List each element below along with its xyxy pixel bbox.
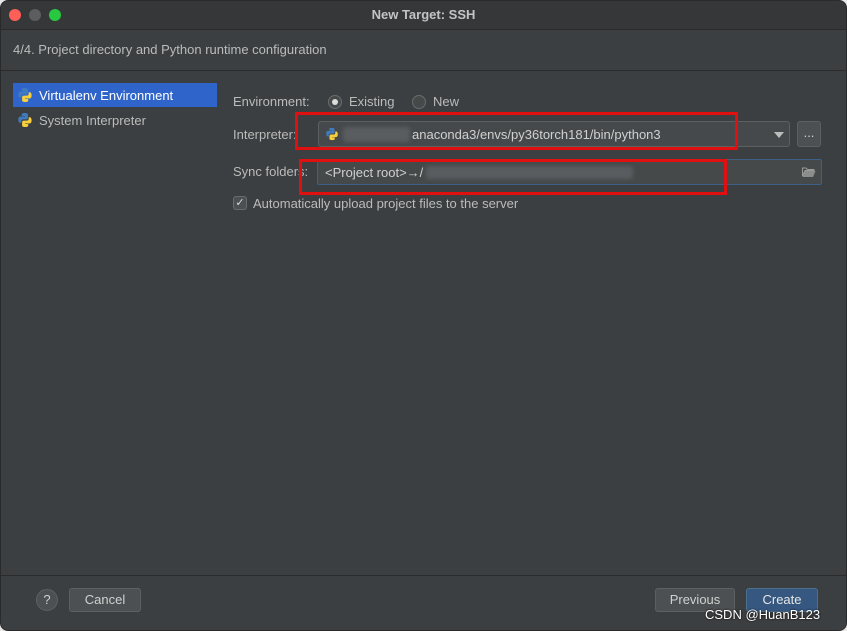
sync-folders-text: <Project root>→/: [325, 165, 424, 180]
window-title: New Target: SSH: [371, 7, 476, 22]
new-radio[interactable]: [412, 95, 426, 109]
footer-divider: [1, 575, 846, 576]
environment-label: Environment:: [233, 94, 310, 109]
existing-radio[interactable]: [328, 95, 342, 109]
folder-icon[interactable]: [801, 166, 816, 181]
chevron-down-icon[interactable]: [774, 132, 784, 138]
redacted-path: [426, 166, 633, 179]
python-icon: [17, 112, 33, 128]
header-divider: [1, 70, 846, 71]
interpreter-path-text: anaconda3/envs/py36torch181/bin/python3: [412, 127, 661, 142]
auto-upload-checkbox[interactable]: ✓: [233, 196, 247, 210]
watermark-text: CSDN @HuanB123: [705, 607, 821, 622]
title-bar: New Target: SSH: [1, 1, 846, 30]
sidebar-item-label: Virtualenv Environment: [39, 87, 174, 103]
browse-interpreter-button[interactable]: ...: [797, 121, 821, 147]
step-description: 4/4. Project directory and Python runtim…: [13, 42, 327, 57]
interpreter-select[interactable]: anaconda3/envs/py36torch181/bin/python3: [318, 121, 790, 147]
cancel-button[interactable]: Cancel: [69, 588, 141, 612]
interpreter-label: Interpreter:: [233, 127, 297, 142]
sync-folders-label: Sync folders:: [233, 164, 309, 179]
python-icon: [17, 87, 33, 103]
auto-upload-label[interactable]: Automatically upload project files to th…: [253, 196, 518, 211]
redacted-path: [343, 127, 410, 142]
help-button[interactable]: ?: [36, 589, 58, 611]
sidebar-item-label: System Interpreter: [39, 112, 146, 128]
new-radio-label[interactable]: New: [433, 94, 459, 109]
dialog-window: New Target: SSH 4/4. Project directory a…: [0, 0, 847, 631]
sync-folders-field[interactable]: <Project root>→/: [317, 159, 822, 185]
sidebar-item-virtualenv-environment[interactable]: Virtualenv Environment: [13, 83, 217, 107]
sidebar-item-system-interpreter[interactable]: System Interpreter: [13, 108, 217, 132]
python-icon: [325, 127, 339, 144]
existing-radio-label[interactable]: Existing: [349, 94, 395, 109]
